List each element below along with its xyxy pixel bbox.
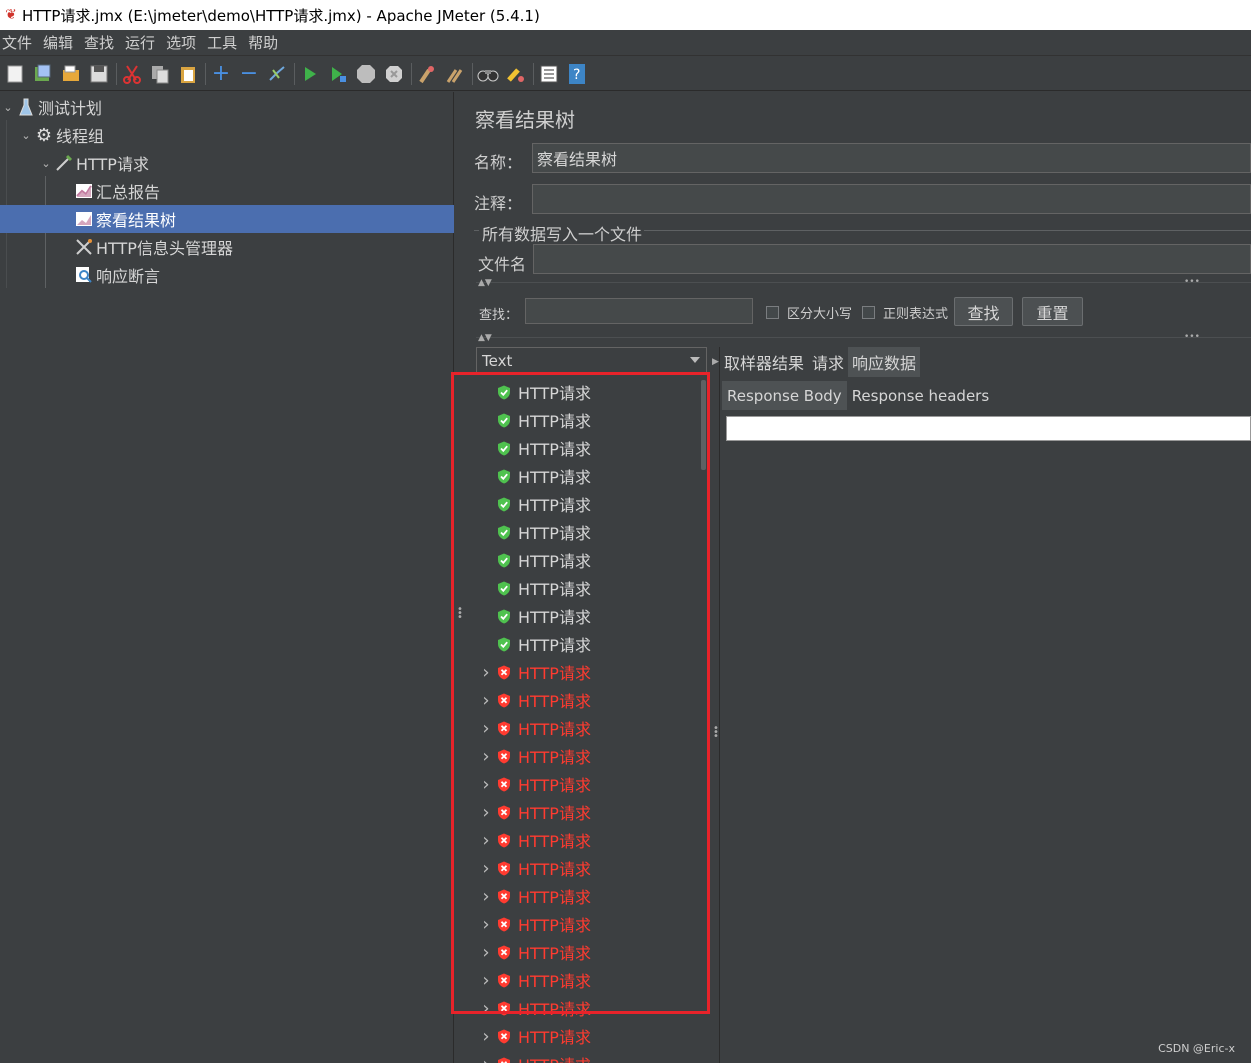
filename-field[interactable] (533, 244, 1251, 274)
split-grip[interactable]: ••• (1184, 332, 1200, 342)
comment-field[interactable] (532, 184, 1251, 214)
shutdown-icon[interactable] (383, 63, 405, 85)
menu-bar: 文件 编辑 查找 运行 选项 工具 帮助 (0, 30, 1251, 56)
result-item[interactable]: › HTTP请求 (476, 1050, 708, 1063)
gear-icon: ⚙ (35, 124, 53, 146)
start-icon[interactable] (299, 63, 321, 85)
toolbar-separator (205, 62, 206, 85)
search-input[interactable] (525, 298, 753, 324)
name-label: 名称： (474, 153, 523, 172)
toolbar-separator (472, 62, 473, 85)
panel-title: 察看结果树 (475, 108, 575, 132)
tree-item-view-results-tree[interactable]: 察看结果树 (0, 205, 454, 233)
filename-label: 文件名 (478, 255, 527, 274)
tree-item-summary-report[interactable]: 汇总报告 (58, 177, 160, 205)
renderer-select[interactable]: Text (476, 347, 707, 375)
chevron-down-icon (690, 357, 700, 363)
tab-request[interactable]: 请求 (808, 347, 848, 377)
reset-search-icon[interactable] (505, 63, 527, 85)
result-item[interactable]: › HTTP请求 (476, 1022, 708, 1050)
menu-help[interactable]: 帮助 (246, 32, 280, 53)
chevron-right-icon[interactable]: › (476, 1054, 496, 1063)
toolbar-separator (533, 62, 534, 85)
flask-icon (16, 97, 36, 117)
chevron-down-icon[interactable]: ⌄ (38, 157, 54, 170)
graph-icon (74, 181, 94, 201)
window-title: HTTP请求.jmx (E:\jmeter\demo\HTTP请求.jmx) -… (22, 6, 540, 25)
tab-sampler-result[interactable]: 取样器结果 (720, 347, 808, 377)
search-icon[interactable] (477, 63, 499, 85)
clear-all-icon[interactable] (444, 63, 466, 85)
templates-icon[interactable] (32, 63, 54, 85)
toolbar-separator (116, 62, 117, 85)
window-titlebar: ❦ HTTP请求.jmx (E:\jmeter\demo\HTTP请求.jmx)… (0, 0, 1251, 30)
open-icon[interactable] (60, 63, 82, 85)
menu-edit[interactable]: 编辑 (41, 32, 75, 53)
pipette-icon (54, 153, 74, 173)
menu-options[interactable]: 选项 (164, 32, 198, 53)
result-tabs: 取样器结果 请求 响应数据 (720, 347, 921, 377)
result-label: HTTP请求 (518, 1028, 591, 1047)
search-label: 查找： (479, 308, 519, 323)
collapse-arrows[interactable]: ▲▼ (478, 278, 492, 288)
cut-icon[interactable] (121, 63, 143, 85)
response-body-text[interactable] (726, 416, 1251, 441)
start-no-pause-icon[interactable] (327, 63, 349, 85)
chevron-right-icon[interactable]: ▶ (712, 357, 719, 367)
reset-button[interactable]: 重置 (1022, 297, 1083, 326)
toolbar: + − ? (0, 57, 1251, 91)
tab-response-data[interactable]: 响应数据 (848, 347, 921, 377)
name-field[interactable]: 察看结果树 (532, 143, 1251, 173)
toolbar-separator (411, 62, 412, 85)
tab-response-body[interactable]: Response Body (722, 381, 847, 410)
tree-item-response-assertion[interactable]: 响应断言 (58, 261, 160, 289)
menu-run[interactable]: 运行 (123, 32, 157, 53)
test-plan-tree: ⌄ 测试计划 ⌄ ⚙ 线程组 ⌄ HTTP请求 汇总报告 察看结果树 HTTP信… (0, 92, 454, 1063)
case-sensitive-checkbox[interactable]: 区分大小写 (766, 303, 852, 322)
response-subtabs: Response Body Response headers (722, 381, 994, 410)
jmeter-feather-icon: ❦ (5, 7, 17, 23)
tree-item-thread-group[interactable]: ⌄ ⚙ 线程组 (18, 121, 104, 149)
stop-icon[interactable] (355, 63, 377, 85)
file-group-title: 所有数据写入一个文件 (482, 225, 643, 244)
error-shield-icon (498, 1029, 510, 1043)
regex-checkbox[interactable]: 正则表达式 (862, 303, 948, 322)
graph-icon (74, 209, 94, 229)
highlight-annotation-box (451, 372, 710, 1014)
tree-item-test-plan[interactable]: ⌄ 测试计划 (0, 93, 102, 121)
collapse-icon[interactable]: − (238, 61, 260, 86)
watermark: CSDN @Eric-x (1158, 1042, 1235, 1055)
results-splitter[interactable]: • • • ▶ (711, 347, 720, 1063)
new-icon[interactable] (4, 63, 26, 85)
toggle-icon[interactable] (266, 63, 288, 85)
find-button[interactable]: 查找 (954, 297, 1013, 326)
tree-guide-line (6, 120, 7, 288)
chevron-right-icon[interactable]: › (476, 1026, 496, 1047)
copy-icon[interactable] (149, 63, 171, 85)
chevron-down-icon[interactable]: ⌄ (0, 101, 16, 114)
tree-item-header-manager[interactable]: HTTP信息头管理器 (58, 233, 233, 261)
collapse-arrows[interactable]: ▲▼ (478, 333, 492, 343)
save-icon[interactable] (88, 63, 110, 85)
tab-response-headers[interactable]: Response headers (847, 381, 994, 410)
toolbar-separator (294, 62, 295, 85)
menu-tools[interactable]: 工具 (205, 32, 239, 53)
tree-item-http-request[interactable]: ⌄ HTTP请求 (38, 149, 149, 177)
menu-search[interactable]: 查找 (82, 32, 116, 53)
menu-file[interactable]: 文件 (0, 32, 34, 53)
split-grip[interactable]: ••• (1184, 277, 1200, 287)
svg-text:?: ? (573, 67, 580, 83)
error-shield-icon (498, 1057, 510, 1063)
magnifier-icon (74, 265, 94, 285)
chevron-down-icon[interactable]: ⌄ (18, 129, 34, 142)
tools-icon (74, 237, 94, 257)
function-helper-icon[interactable] (538, 63, 560, 85)
help-icon[interactable]: ? (566, 63, 588, 85)
comment-label: 注释： (474, 194, 523, 213)
expand-icon[interactable]: + (210, 61, 232, 86)
result-label: HTTP请求 (518, 1052, 591, 1063)
clear-icon[interactable] (416, 63, 438, 85)
paste-icon[interactable] (177, 63, 199, 85)
